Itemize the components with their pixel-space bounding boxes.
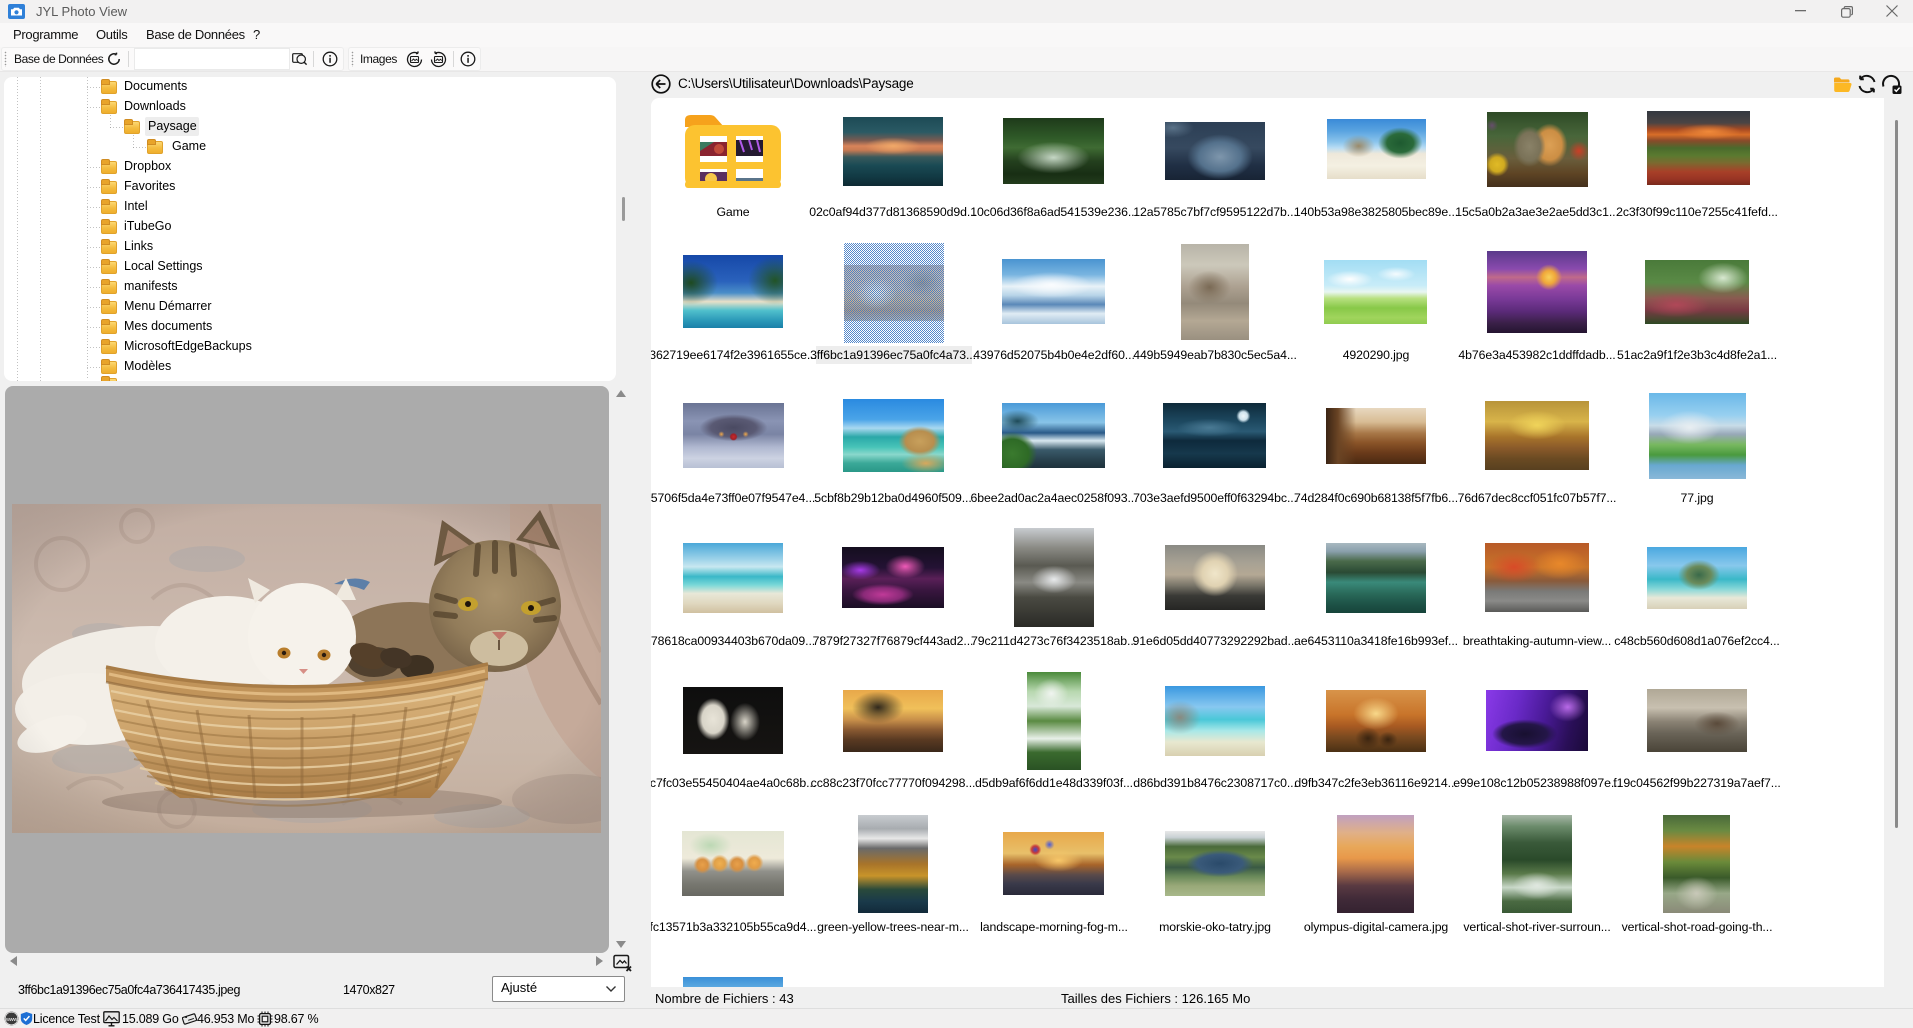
- svg-text:www: www: [5, 1017, 17, 1023]
